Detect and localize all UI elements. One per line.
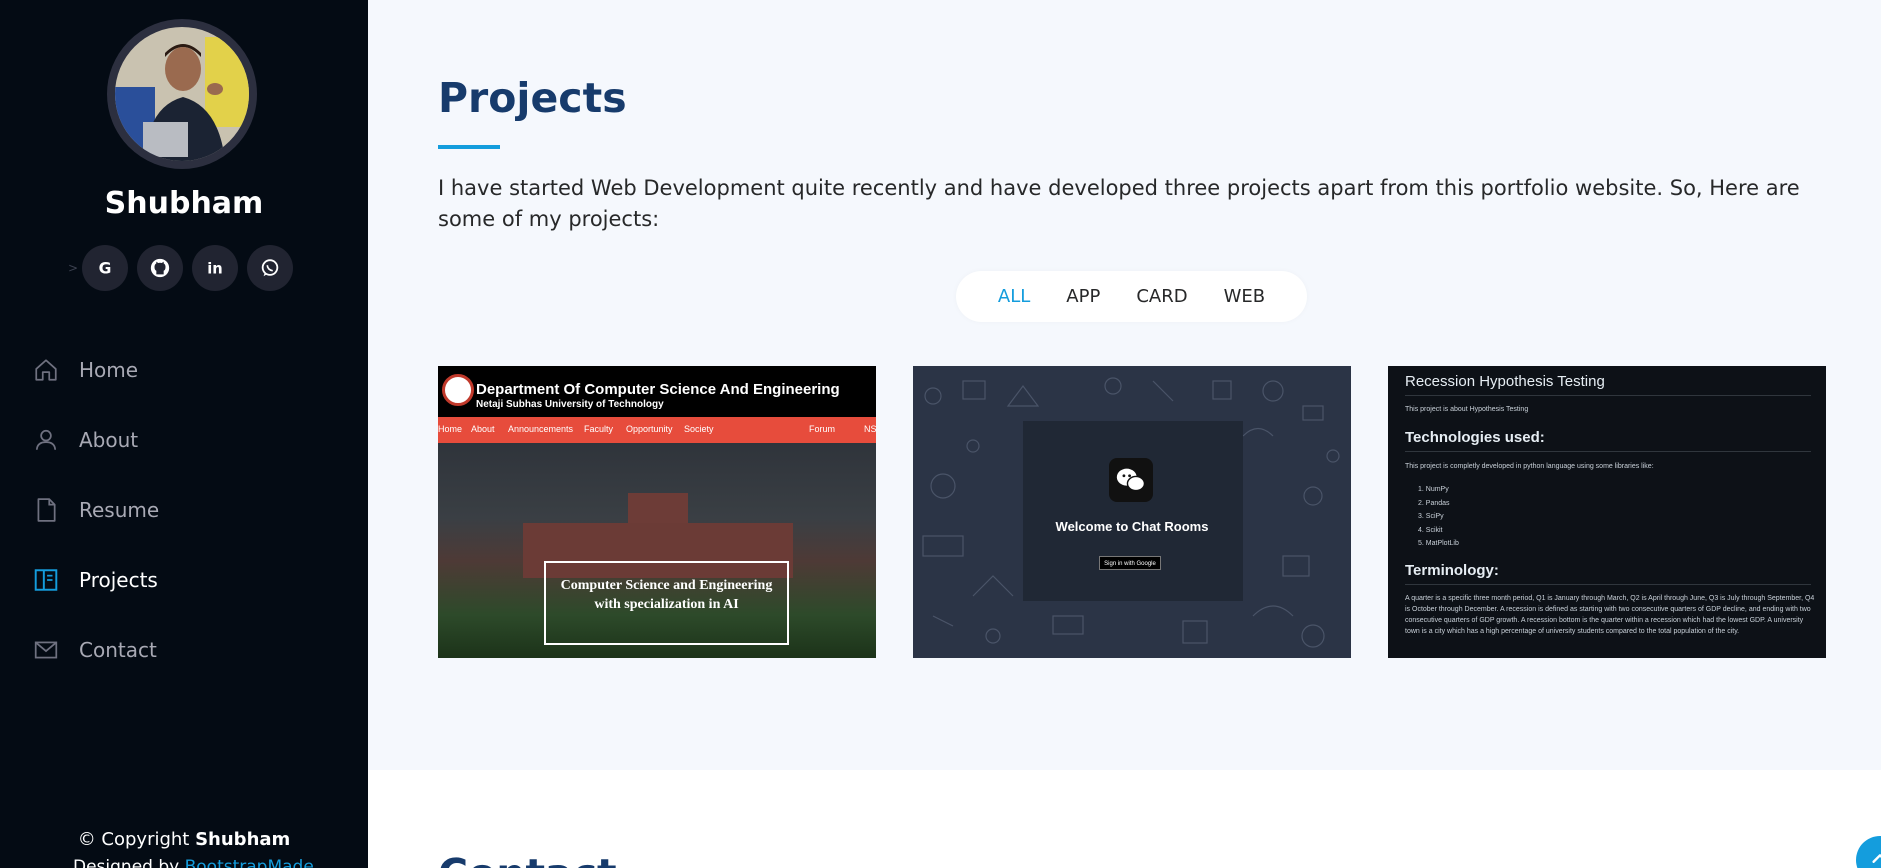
card-nav-item: Opportunity xyxy=(626,424,673,434)
svg-text:G: G xyxy=(99,260,112,278)
card-nav-item: Home xyxy=(438,424,463,434)
linkedin-icon: in xyxy=(207,261,222,278)
readme-title: Recession Hypothesis Testing xyxy=(1405,373,1605,390)
designed-prefix: Designed by xyxy=(73,857,185,868)
project-card-cse-website[interactable]: Department Of Computer Science And Engin… xyxy=(438,366,876,658)
project-card-recession-testing[interactable]: Recession Hypothesis Testing This projec… xyxy=(1388,366,1826,658)
campus-tower xyxy=(628,493,688,523)
main-content: Projects I have started Web Development … xyxy=(368,0,1881,868)
list-item: 3. SciPy xyxy=(1418,513,1444,520)
contact-title: Contact xyxy=(438,850,617,868)
readme-divider xyxy=(1405,584,1811,585)
project-card-chat-rooms[interactable]: Welcome to Chat Rooms Sign in with Googl… xyxy=(913,366,1351,658)
nav-label-contact: Contact xyxy=(79,638,157,662)
book-icon xyxy=(32,566,60,594)
card-nav-item: NS xyxy=(864,424,876,434)
readme-preview: Recession Hypothesis Testing This projec… xyxy=(1388,366,1826,658)
whatsapp-icon xyxy=(261,259,279,277)
list-item: 4. Scikit xyxy=(1418,526,1443,534)
chevron-up-icon xyxy=(1872,854,1881,863)
nav-item-home[interactable]: Home xyxy=(32,335,352,405)
section-title: Projects xyxy=(438,74,627,122)
chat-logo-icon xyxy=(1109,458,1153,502)
contact-section: Contact xyxy=(368,770,1881,868)
projects-section: Projects I have started Web Development … xyxy=(368,0,1881,770)
filter-card[interactable]: CARD xyxy=(1136,286,1187,307)
nav-item-about[interactable]: About xyxy=(32,405,352,475)
nav-item-resume[interactable]: Resume xyxy=(32,475,352,545)
university-logo-icon xyxy=(442,374,474,406)
profile-name: Shubham xyxy=(104,186,264,221)
list-item: 5. MatPlotLib xyxy=(1418,540,1459,547)
card-header-title: Department Of Computer Science And Engin… xyxy=(476,381,840,398)
svg-text:in: in xyxy=(207,261,222,278)
nav-label-projects: Projects xyxy=(79,568,158,592)
copyright: © Copyright Shubham xyxy=(0,829,368,850)
card-banner: Computer Science and Engineering with sp… xyxy=(544,561,789,645)
card-nav-bar: Home About Announcements Faculty Opportu… xyxy=(438,417,876,443)
list-item: 1. NumPy xyxy=(1418,486,1449,493)
chat-login-panel xyxy=(1023,421,1243,601)
github-link[interactable] xyxy=(137,245,184,291)
readme-library-list: 1. NumPy 2. Pandas 3. SciPy 4. Scikit 5.… xyxy=(1418,483,1459,551)
filter-web[interactable]: WEB xyxy=(1224,286,1266,307)
profile-photo xyxy=(115,27,249,161)
readme-about: This project is about Hypothesis Testing xyxy=(1405,406,1529,413)
nav-item-contact[interactable]: Contact xyxy=(32,615,352,685)
card-nav-item: Forum xyxy=(809,424,836,434)
google-signin-button[interactable]: Sign in with Google xyxy=(1099,556,1161,570)
readme-divider xyxy=(1405,395,1811,396)
copyright-prefix: © Copyright xyxy=(77,829,196,850)
title-underline xyxy=(438,145,500,149)
google-link[interactable]: G xyxy=(82,245,129,291)
filter-all[interactable]: ALL xyxy=(998,286,1030,307)
readme-tech-text: This project is completly developed in p… xyxy=(1405,463,1654,470)
chat-background: Welcome to Chat Rooms Sign in with Googl… xyxy=(913,366,1351,658)
nav-label-home: Home xyxy=(79,358,139,382)
profile-avatar xyxy=(107,19,257,169)
whatsapp-link[interactable] xyxy=(247,245,294,291)
nav-label-resume: Resume xyxy=(79,498,160,522)
nav-item-projects[interactable]: Projects xyxy=(32,545,352,615)
designed-by: Designed by BootstrapMade xyxy=(73,857,314,868)
card-header-subtitle: Netaji Subhas University of Technology xyxy=(476,399,664,410)
chat-title: Welcome to Chat Rooms xyxy=(1055,519,1209,534)
readme-term-text: A quarter is a specific three month peri… xyxy=(1405,595,1815,635)
copyright-name: Shubham xyxy=(195,829,291,850)
envelope-icon xyxy=(32,636,60,664)
linkedin-link[interactable]: in xyxy=(192,245,239,291)
filter-app[interactable]: APP xyxy=(1066,286,1100,307)
file-icon xyxy=(32,496,60,524)
project-filters: ALL APP CARD WEB xyxy=(956,271,1307,322)
readme-tech-heading: Technologies used: xyxy=(1405,429,1545,446)
card-nav-item: Announcements xyxy=(508,424,574,434)
github-icon xyxy=(150,258,170,278)
nav-label-about: About xyxy=(79,428,139,452)
social-links: > G in xyxy=(68,245,302,291)
card-nav-item: Society xyxy=(684,424,714,434)
projects-intro: I have started Web Development quite rec… xyxy=(438,176,1800,231)
readme-divider xyxy=(1405,451,1811,452)
designer-link[interactable]: BootstrapMade xyxy=(185,857,314,868)
sidebar: Shubham > G in Home About Resume Project… xyxy=(0,0,368,868)
card-header-bar: Department Of Computer Science And Engin… xyxy=(438,366,876,417)
social-marker: > xyxy=(68,261,79,275)
card-nav-item: Faculty xyxy=(584,424,614,434)
home-icon xyxy=(32,356,60,384)
list-item: 2. Pandas xyxy=(1418,499,1450,507)
card-nav-item: About xyxy=(471,424,495,434)
readme-term-heading: Terminology: xyxy=(1405,562,1499,579)
google-icon: G xyxy=(99,260,112,278)
user-icon xyxy=(32,426,60,454)
sidebar-nav: Home About Resume Projects Contact xyxy=(32,335,352,685)
